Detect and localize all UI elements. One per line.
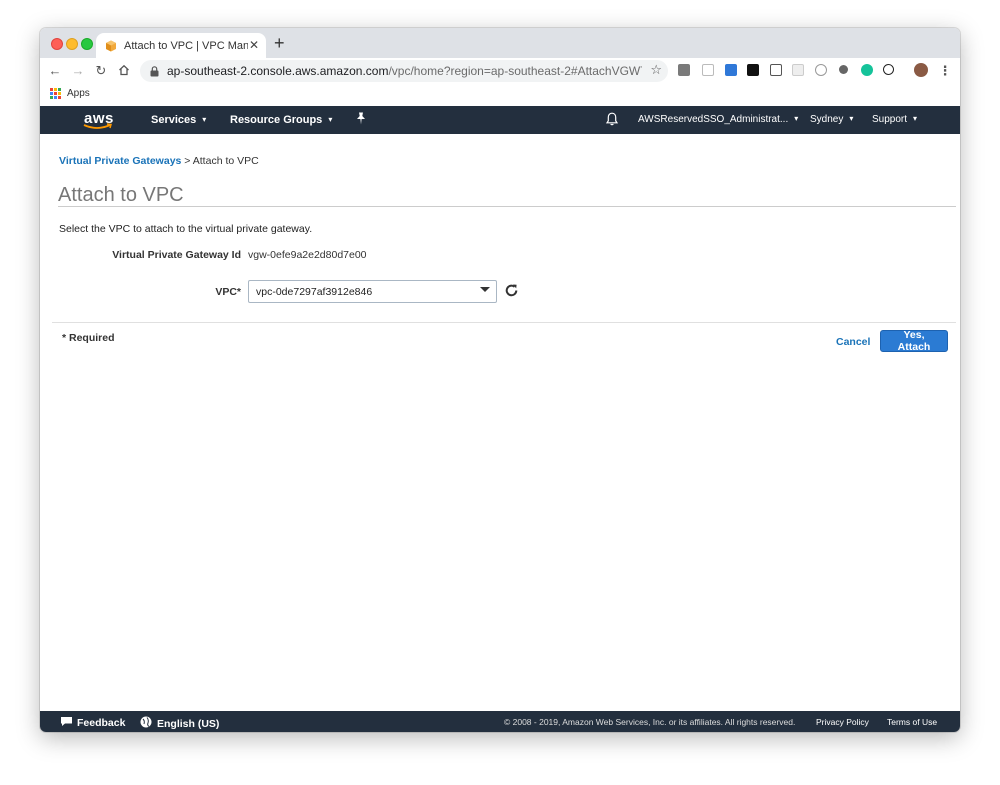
feedback-link[interactable]: Feedback (60, 716, 125, 729)
account-menu[interactable]: AWSReservedSSO_Administrat... ▾ (638, 114, 798, 125)
aws-logo[interactable]: aws (82, 110, 114, 130)
url-path: /vpc/home?region=ap-southeast-2#AttachVG… (388, 64, 642, 78)
breadcrumb-separator: > (181, 155, 193, 167)
lock-icon (150, 65, 159, 76)
close-window-button[interactable] (51, 38, 63, 50)
maximize-window-button[interactable] (81, 38, 93, 50)
support-menu[interactable]: Support ▾ (872, 114, 917, 125)
bookmark-star-icon[interactable]: ☆ (650, 62, 662, 78)
language-selector[interactable]: English (US) (140, 716, 219, 730)
browser-tab-active[interactable]: Attach to VPC | VPC Management Console ✕ (96, 33, 266, 58)
extension-dark-icon[interactable] (747, 64, 759, 76)
extension-qr-icon[interactable] (770, 64, 782, 76)
cancel-button[interactable]: Cancel (836, 336, 870, 348)
home-icon[interactable] (115, 62, 133, 80)
yes-attach-button[interactable]: Yes, Attach (880, 329, 948, 353)
extension-grey-icon[interactable] (792, 64, 804, 76)
extension-blue-icon[interactable] (725, 64, 737, 76)
close-tab-icon[interactable]: ✕ (249, 38, 259, 52)
url-host: ap-southeast-2.console.aws.amazon.com (167, 64, 389, 78)
new-tab-button[interactable]: + (274, 33, 285, 53)
breadcrumb: Virtual Private Gateways > Attach to VPC (59, 155, 259, 167)
extension-circle-icon[interactable] (839, 65, 848, 74)
aws-cube-icon (106, 40, 116, 51)
region-menu[interactable]: Sydney ▾ (810, 114, 853, 125)
services-menu[interactable]: Services ▾ (151, 114, 206, 126)
page-description: Select the VPC to attach to the virtual … (59, 223, 313, 235)
account-label: AWSReservedSSO_Administrat... (638, 114, 789, 125)
bell-icon[interactable] (605, 112, 619, 129)
aws-smile-icon (83, 123, 112, 129)
tab-title: Attach to VPC | VPC Management Console (124, 39, 248, 52)
browser-toolbar: ← → ↻ ap-southeast-2.console.aws.amazon.… (40, 58, 960, 84)
profile-avatar[interactable] (914, 63, 928, 77)
chevron-down-icon: ▾ (328, 115, 333, 124)
resource-groups-label: Resource Groups (230, 114, 323, 126)
extension-clock-icon[interactable] (815, 64, 827, 76)
minimize-window-button[interactable] (66, 38, 78, 50)
chevron-down-icon: ▾ (202, 115, 207, 124)
apps-grid-icon[interactable] (50, 88, 61, 99)
extension-1password-icon[interactable] (883, 64, 894, 75)
form-divider (52, 322, 956, 323)
vpc-select[interactable]: vpc-0de7297af3912e846 (248, 280, 497, 303)
speech-bubble-icon (61, 717, 72, 726)
privacy-policy-link[interactable]: Privacy Policy (816, 717, 869, 727)
support-label: Support (872, 114, 908, 125)
browser-window: Attach to VPC | VPC Management Console ✕… (40, 28, 960, 732)
vgw-id-label: Virtual Private Gateway Id (112, 249, 241, 261)
breadcrumb-current: Attach to VPC (192, 155, 259, 167)
title-divider (58, 206, 956, 207)
page-title: Attach to VPC (58, 184, 184, 206)
chevron-down-icon: ▾ (849, 114, 854, 123)
chevron-down-icon: ▾ (794, 114, 799, 123)
terms-of-use-link[interactable]: Terms of Use (887, 717, 937, 727)
url-text: ap-southeast-2.console.aws.amazon.com/vp… (167, 64, 642, 78)
aws-top-nav: aws Services ▾ Resource Groups ▾ AWSReserv… (40, 106, 960, 134)
forward-arrow-icon[interactable]: → (69, 62, 87, 80)
tab-strip: Attach to VPC | VPC Management Console ✕… (40, 28, 960, 58)
feedback-label: Feedback (77, 717, 126, 729)
breadcrumb-vpg-link[interactable]: Virtual Private Gateways (59, 155, 181, 167)
pin-icon[interactable] (356, 112, 366, 128)
region-label: Sydney (810, 114, 844, 125)
required-note: * Required (62, 332, 115, 344)
aws-footer: Feedback English (US) © 2008 - 2019, Ama… (40, 711, 960, 732)
reload-icon[interactable]: ↻ (92, 62, 110, 80)
extension-calendar-icon[interactable] (702, 64, 714, 76)
browser-menu-icon[interactable]: ⋮ (936, 62, 954, 80)
extension-grammarly-icon[interactable] (861, 64, 873, 76)
copyright-text: © 2008 - 2019, Amazon Web Services, Inc.… (504, 717, 796, 727)
refresh-icon[interactable] (504, 283, 519, 298)
vpc-select-value: vpc-0de7297af3912e846 (256, 285, 373, 298)
resource-groups-menu[interactable]: Resource Groups ▾ (230, 114, 332, 126)
apps-bookmark[interactable]: Apps (67, 88, 90, 99)
dropdown-caret-icon (480, 287, 490, 292)
vpc-label: VPC* (215, 286, 241, 298)
address-bar[interactable]: ap-southeast-2.console.aws.amazon.com/vp… (140, 60, 668, 82)
bookmarks-bar: Apps (40, 84, 960, 107)
back-arrow-icon[interactable]: ← (46, 62, 64, 80)
chevron-down-icon: ▾ (913, 114, 918, 123)
vgw-id-value: vgw-0efe9a2e2d80d7e00 (248, 249, 367, 261)
globe-icon (140, 716, 152, 728)
extension-s-icon[interactable] (678, 64, 690, 76)
language-label: English (US) (157, 718, 220, 730)
services-label: Services (151, 114, 197, 126)
